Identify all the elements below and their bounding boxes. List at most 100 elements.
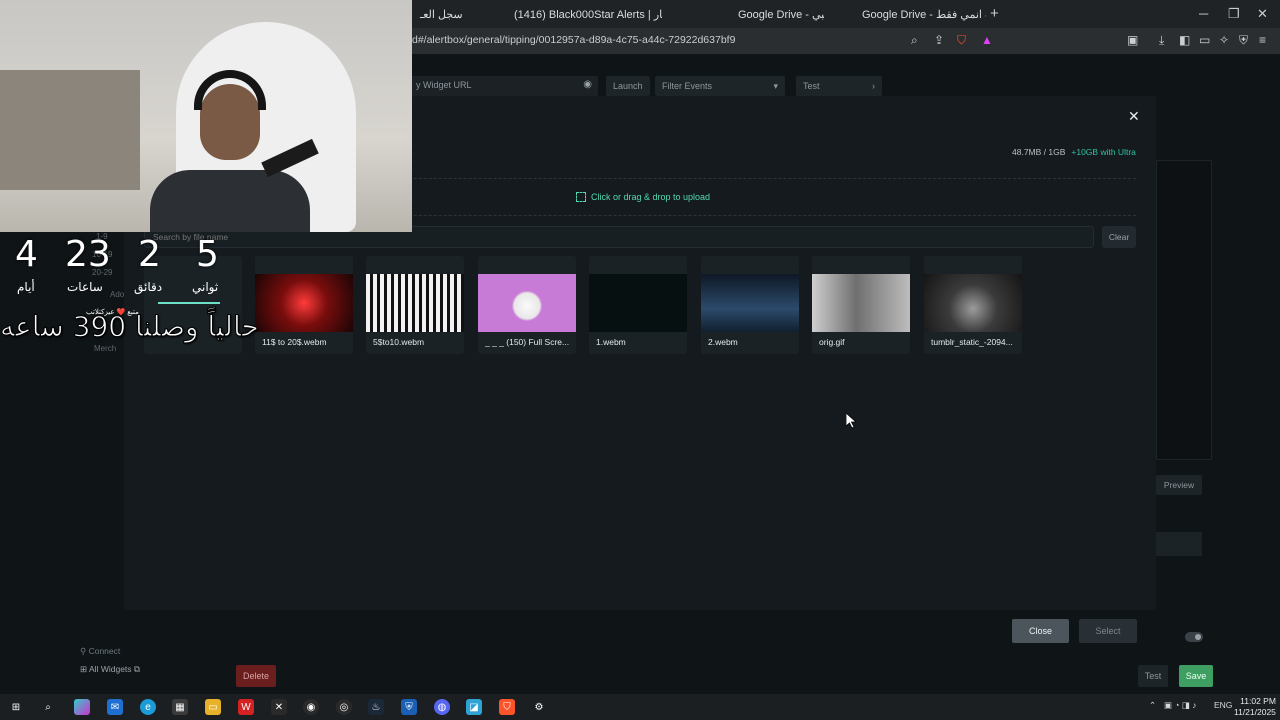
tab-drive-2[interactable]: Google Drive - الرنات انمي فقط — [826, 0, 986, 28]
ticker-text: حالياً وصلنا 390 ساعه — [0, 310, 259, 344]
app-icon[interactable]: ✕ — [271, 699, 287, 715]
file-tile[interactable]: 2.webm — [701, 256, 799, 354]
file-tile[interactable]: 5$to10.webm — [366, 256, 464, 354]
file-name: _ _ _ (150) Full Scre... — [485, 337, 570, 347]
countdown-hours-label: ساعات — [67, 280, 103, 294]
modal-close-button[interactable]: Close — [1012, 619, 1069, 643]
right-select[interactable] — [1156, 532, 1202, 556]
nav-item: Merch — [94, 344, 117, 353]
modal-select-button[interactable]: Select — [1079, 619, 1137, 643]
vpn-icon[interactable]: ⛨ — [1239, 33, 1248, 48]
wps-icon[interactable]: W — [238, 699, 254, 715]
clock-date: 11/21/2025 — [1234, 707, 1276, 717]
steam-icon[interactable]: ♨ — [368, 699, 384, 715]
test-button[interactable]: Test — [1138, 665, 1168, 687]
brave-icon[interactable]: ⛉ — [499, 699, 515, 715]
share-icon[interactable]: ⇪ — [934, 33, 944, 47]
language-indicator[interactable]: ENG — [1214, 700, 1232, 710]
file-name: 11$ to 20$.webm — [262, 337, 327, 347]
window-close-icon[interactable]: ✕ — [1257, 6, 1268, 22]
countdown-seconds-label: ثواني — [192, 280, 219, 294]
file-tile[interactable]: 1.webm — [589, 256, 687, 354]
file-explorer-icon[interactable]: ▭ — [205, 699, 221, 715]
system-clock[interactable]: 11:02 PM 11/21/2025 — [1234, 696, 1276, 718]
file-name: 1.webm — [596, 337, 626, 347]
all-widgets-link[interactable]: ⊞ All Widgets ⧉ — [80, 664, 140, 675]
streamer-body — [150, 170, 310, 232]
countdown-minutes: 2 — [138, 234, 161, 275]
countdown-seconds: 5 — [196, 234, 219, 275]
launch-button[interactable]: Launch — [606, 76, 650, 96]
chevron-up-icon[interactable]: ⌃ — [1149, 700, 1156, 711]
clock-time: 11:02 PM — [1240, 696, 1276, 706]
filter-events-select[interactable]: Filter Events ▾ — [655, 76, 785, 96]
delete-label: Delete — [242, 671, 269, 681]
widget-url-field[interactable]: y Widget URL ◉ — [400, 76, 598, 96]
file-thumbnail — [478, 274, 576, 332]
file-tile[interactable]: _ _ _ (150) Full Scre... — [478, 256, 576, 354]
widget-url-label: y Widget URL — [416, 80, 472, 90]
file-tile[interactable]: 11$ to 20$.webm — [255, 256, 353, 354]
screenshot-icon[interactable]: ▣ — [1127, 33, 1138, 47]
delete-button[interactable]: Delete — [236, 665, 276, 687]
minimize-icon[interactable]: ─ — [1199, 6, 1208, 21]
discord-icon[interactable]: ◍ — [434, 699, 450, 715]
url-field[interactable]: d#/alertbox/general/tipping/0012957a-d89… — [412, 34, 735, 46]
wallet-icon[interactable]: ▭ — [1199, 33, 1210, 47]
chevron-right-icon: › — [872, 81, 875, 91]
leo-icon[interactable]: ✧ — [1219, 33, 1229, 47]
tab-label: سجل العـ — [420, 8, 463, 21]
file-thumbnail — [924, 274, 1022, 332]
chevron-down-icon: ▾ — [773, 80, 778, 91]
connect-label: Connect — [88, 646, 121, 656]
toggle-switch[interactable] — [1185, 632, 1203, 642]
app-icon[interactable]: ◪ — [466, 699, 482, 715]
search-icon[interactable]: ⌕ — [40, 699, 56, 715]
tab-alerts[interactable]: (1416) Black000Star Alerts | بلاك ستار — [500, 0, 662, 28]
mail-icon[interactable]: ✉ — [107, 699, 123, 715]
storage-upgrade-link[interactable]: +10GB with Ultra — [1071, 147, 1136, 157]
copilot-icon[interactable] — [74, 699, 90, 715]
preview-button[interactable]: Preview — [1156, 475, 1202, 495]
shield-app-icon[interactable]: ⛨ — [401, 699, 417, 715]
tray-icons[interactable]: ▣ ◔ ◨ ♪ — [1164, 700, 1197, 711]
preview-label: Preview — [1163, 480, 1195, 490]
new-tab-icon[interactable]: + — [990, 5, 999, 22]
upload-label: Click or drag & drop to upload — [591, 192, 711, 202]
download-icon[interactable]: ⤓ — [1159, 33, 1164, 48]
upload-prompt[interactable]: Click or drag & drop to upload — [576, 192, 710, 202]
file-tile[interactable]: tumblr_static_-2094... — [924, 256, 1022, 354]
file-thumbnail — [812, 274, 910, 332]
chrome-icon[interactable]: ◎ — [336, 699, 352, 715]
close-icon[interactable]: ✕ — [1128, 108, 1140, 125]
sidebar-icon[interactable]: ◧ — [1179, 33, 1190, 47]
countdown-progress-bar — [158, 302, 220, 304]
store-icon[interactable]: ▦ — [172, 699, 188, 715]
test-label: Test — [803, 81, 820, 91]
file-name: 5$to10.webm — [373, 337, 425, 347]
tab-history[interactable]: سجل العـ — [412, 0, 502, 28]
menu-icon[interactable]: ≡ — [1259, 33, 1266, 47]
eye-icon[interactable]: ◉ — [583, 79, 592, 90]
rewards-icon[interactable]: ▲ — [981, 33, 993, 47]
countdown-minutes-label: دقائق — [134, 280, 163, 294]
clear-button[interactable]: Clear — [1102, 226, 1136, 248]
obs-icon[interactable]: ◉ — [303, 699, 319, 715]
connect-link[interactable]: ⚲ Connect — [80, 646, 120, 657]
settings-gear-icon[interactable]: ⚙ — [531, 699, 547, 715]
start-icon[interactable]: ⊞ — [8, 699, 24, 715]
tab-drive-1[interactable]: Google Drive - اجنبي — [664, 0, 824, 28]
file-thumbnail — [366, 274, 464, 332]
edge-icon[interactable]: e — [140, 699, 156, 715]
file-tile[interactable]: orig.gif — [812, 256, 910, 354]
mouse-cursor-icon — [846, 413, 858, 429]
all-widgets-label: All Widgets — [89, 664, 132, 674]
test-event-button[interactable]: Test › — [796, 76, 882, 96]
save-button[interactable]: Save — [1179, 665, 1213, 687]
restore-icon[interactable]: ❐ — [1228, 6, 1240, 22]
brave-shield-icon[interactable]: ⛉ — [957, 33, 966, 48]
countdown-days-label: أيام — [17, 280, 35, 294]
tab-label: Google Drive - الرنات انمي فقط — [862, 8, 986, 21]
tab-label: (1416) Black000Star Alerts | بلاك ستار — [514, 8, 662, 21]
zoom-icon[interactable]: ⌕ — [911, 33, 918, 48]
